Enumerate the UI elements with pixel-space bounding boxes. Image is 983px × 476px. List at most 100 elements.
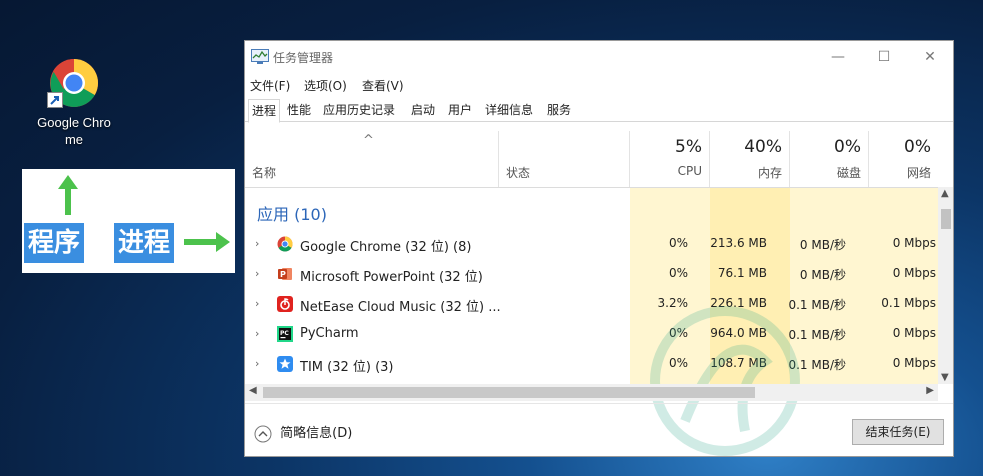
process-name: PyCharm <box>300 326 359 341</box>
fewer-details-button[interactable]: 简略信息(D) <box>254 422 352 443</box>
vertical-scroll-thumb[interactable] <box>941 209 951 229</box>
desktop-icon-label-2: me <box>64 132 84 147</box>
end-task-button[interactable]: 结束任务(E) <box>852 419 944 445</box>
column-header-disk[interactable]: 0% 磁盘 <box>790 131 869 187</box>
tab-startup[interactable]: 启动 <box>408 99 438 122</box>
tab-users[interactable]: 用户 <box>445 99 475 122</box>
tab-services[interactable]: 服务 <box>544 99 574 122</box>
cpu-header-label: CPU <box>677 164 702 178</box>
chrome-shortcut-icon <box>47 58 99 108</box>
process-tag: 进程 <box>114 223 175 263</box>
chrome-icon <box>277 236 293 252</box>
column-header-memory[interactable]: 40% 内存 <box>710 131 790 187</box>
name-header-label: 名称 <box>252 166 277 180</box>
status-header-label: 状态 <box>506 166 531 180</box>
title-bar[interactable]: 任务管理器 — ☐ ✕ <box>245 41 953 73</box>
apps-section-title[interactable]: 应用 (10) <box>257 201 327 225</box>
window-title: 任务管理器 <box>273 51 334 65</box>
tim-icon <box>277 356 293 372</box>
expand-chevron-icon[interactable]: › <box>255 357 259 370</box>
arrow-right-icon <box>184 232 230 252</box>
cpu-value: 0% <box>668 326 688 340</box>
process-row[interactable]: › P Microsoft PowerPoint (32 位) 0% 76.1 … <box>245 259 938 289</box>
cpu-value: 0% <box>668 266 688 280</box>
memory-value: 226.1 MB <box>710 296 767 310</box>
process-name: NetEase Cloud Music (32 位) ... <box>300 300 501 315</box>
network-value: 0 Mbps <box>892 356 936 370</box>
network-value: 0.1 Mbps <box>881 296 936 310</box>
network-value: 0 Mbps <box>892 326 936 340</box>
disk-value: 0.1 MB/秒 <box>788 358 846 372</box>
expand-chevron-icon[interactable]: › <box>255 267 259 280</box>
network-value: 0 Mbps <box>892 266 936 280</box>
process-name: TIM (32 位) (3) <box>300 360 394 375</box>
memory-header-label: 内存 <box>757 166 782 180</box>
expand-chevron-icon[interactable]: › <box>255 237 259 250</box>
disk-value: 0.1 MB/秒 <box>788 328 846 342</box>
network-value: 0 Mbps <box>892 236 936 250</box>
svg-text:PC: PC <box>280 330 289 337</box>
horizontal-scrollbar[interactable]: ◀ ▶ <box>245 384 938 401</box>
tab-details[interactable]: 详细信息 <box>482 99 536 122</box>
disk-header-label: 磁盘 <box>836 166 861 180</box>
program-tag: 程序 <box>24 223 85 263</box>
network-total-pct: 0% <box>904 137 931 157</box>
expand-chevron-icon[interactable]: › <box>255 297 259 310</box>
column-header-name[interactable]: ^ 名称 <box>245 131 499 187</box>
disk-value: 0.1 MB/秒 <box>788 298 846 312</box>
netease-music-icon <box>277 296 293 312</box>
menu-view[interactable]: 查看(V) <box>362 77 404 94</box>
minimize-button[interactable]: — <box>815 41 861 73</box>
arrow-up-icon <box>58 175 78 215</box>
process-row[interactable]: › NetEase Cloud Music (32 位) ... 3.2% 22… <box>245 289 938 319</box>
scroll-right-icon[interactable]: ▶ <box>926 385 934 396</box>
cpu-value: 0% <box>668 236 688 250</box>
desktop-icon-label-1: Google Chro <box>37 115 111 130</box>
process-row[interactable]: › PC PyCharm 0% 964.0 MB 0.1 MB/秒 0 Mbps <box>245 319 938 349</box>
header-divider <box>245 187 938 188</box>
tab-app-history[interactable]: 应用历史记录 <box>320 99 398 122</box>
scroll-down-icon[interactable]: ▼ <box>941 372 949 383</box>
disk-value: 0 MB/秒 <box>799 268 846 282</box>
memory-value: 964.0 MB <box>710 326 767 340</box>
cpu-value: 0% <box>668 356 688 370</box>
column-header-network[interactable]: 0% 网络 <box>869 131 938 187</box>
tab-bar: 进程 性能 应用历史记录 启动 用户 详细信息 服务 <box>245 99 953 123</box>
scroll-left-icon[interactable]: ◀ <box>249 385 257 396</box>
sort-indicator-icon: ^ <box>363 133 374 148</box>
scroll-up-icon[interactable]: ▲ <box>941 188 949 199</box>
memory-total-pct: 40% <box>744 137 782 157</box>
disk-total-pct: 0% <box>834 137 861 157</box>
memory-value: 76.1 MB <box>717 266 767 280</box>
collapse-chevron-icon <box>254 425 272 442</box>
horizontal-scroll-thumb[interactable] <box>263 387 755 398</box>
process-row[interactable]: › Google Chrome (32 位) (8) 0% 213.6 MB 0… <box>245 229 938 259</box>
process-name: Google Chrome (32 位) (8) <box>300 240 472 255</box>
shortcut-arrow-icon <box>47 92 63 108</box>
column-header-cpu[interactable]: 5% CPU <box>630 131 710 187</box>
footer-bar: 简略信息(D) 结束任务(E) <box>245 403 953 456</box>
pycharm-icon: PC <box>277 326 293 342</box>
annotation-panel: 程序 进程 <box>22 169 235 273</box>
memory-value: 108.7 MB <box>710 356 767 370</box>
column-header-status[interactable]: 状态 <box>499 131 630 187</box>
tab-processes[interactable]: 进程 <box>248 99 281 123</box>
disk-value: 0 MB/秒 <box>799 238 846 252</box>
svg-text:P: P <box>280 270 286 279</box>
tab-performance[interactable]: 性能 <box>284 99 314 122</box>
powerpoint-icon: P <box>278 268 292 280</box>
close-button[interactable]: ✕ <box>907 41 953 73</box>
fewer-details-label: 简略信息(D) <box>280 426 353 441</box>
menu-bar: 文件(F) 选项(O) 查看(V) <box>245 75 953 95</box>
desktop-chrome-shortcut[interactable]: Google Chro me <box>28 58 120 148</box>
vertical-scrollbar[interactable]: ▲ ▼ <box>938 187 953 384</box>
task-manager-window: 任务管理器 — ☐ ✕ 文件(F) 选项(O) 查看(V) 进程 性能 应用历史… <box>244 40 954 457</box>
menu-file[interactable]: 文件(F) <box>250 77 290 94</box>
menu-options[interactable]: 选项(O) <box>304 77 347 94</box>
cpu-total-pct: 5% <box>675 137 702 157</box>
maximize-button[interactable]: ☐ <box>861 41 907 73</box>
network-header-label: 网络 <box>906 166 931 180</box>
process-row[interactable]: › TIM (32 位) (3) 0% 108.7 MB 0.1 MB/秒 0 … <box>245 349 938 379</box>
expand-chevron-icon[interactable]: › <box>255 327 259 340</box>
task-manager-icon <box>251 49 269 64</box>
